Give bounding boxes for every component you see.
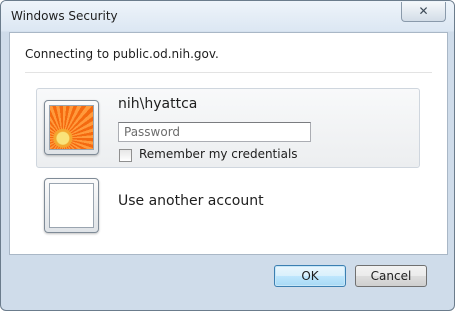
other-account-picture-tile <box>44 178 99 233</box>
connecting-message: Connecting to public.od.nih.gov. <box>25 47 219 61</box>
cancel-button[interactable]: Cancel <box>355 265 427 287</box>
window-title: Windows Security <box>11 9 118 23</box>
ok-button[interactable]: OK <box>274 265 346 287</box>
blank-user-icon <box>49 183 94 228</box>
password-field[interactable] <box>118 122 311 142</box>
close-icon: ✕ <box>418 4 429 18</box>
orange-flower-icon <box>50 106 93 149</box>
remember-credentials-checkbox[interactable] <box>119 149 132 162</box>
title-bar[interactable]: Windows Security ✕ <box>1 1 454 31</box>
close-button[interactable]: ✕ <box>401 2 446 22</box>
separator <box>25 72 432 73</box>
username-label: nih\hyattca <box>118 96 198 112</box>
windows-security-dialog: Windows Security ✕ Connecting to public.… <box>0 0 455 311</box>
use-another-account-label: Use another account <box>118 193 264 209</box>
remember-credentials-label[interactable]: Remember my credentials <box>139 147 298 161</box>
user-picture-tile <box>44 100 99 155</box>
